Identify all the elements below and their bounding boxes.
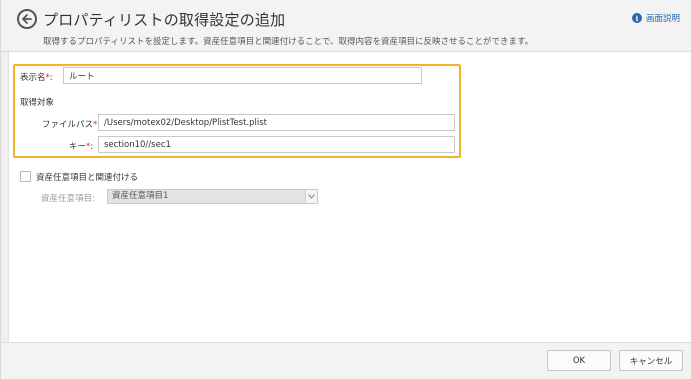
file-path-input[interactable] xyxy=(98,114,455,131)
display-name-input[interactable] xyxy=(63,67,422,84)
help-link[interactable]: i 画面説明 xyxy=(631,12,680,24)
left-edge-panel xyxy=(1,52,9,342)
help-link-label: 画面説明 xyxy=(645,14,680,24)
file-path-label: ファイルパス*: xyxy=(42,118,100,130)
dialog-header: プロパティリストの取得設定の追加 取得するプロパティリストを設定します。資産任意… xyxy=(1,0,691,52)
ok-button[interactable]: OK xyxy=(547,350,611,371)
key-input[interactable] xyxy=(98,136,455,153)
asset-item-select[interactable]: 資産任意項目1 xyxy=(107,189,318,204)
cancel-button[interactable]: キャンセル xyxy=(619,350,683,371)
asset-item-selected-value: 資産任意項目1 xyxy=(112,191,169,201)
file-path-label-text: ファイルパス xyxy=(42,120,94,130)
info-icon: i xyxy=(631,13,642,23)
link-asset-item-label: 資産任意項目と関連付ける xyxy=(36,173,139,183)
asset-item-label: 資産任意項目: xyxy=(41,194,95,204)
page-title: プロパティリストの取得設定の追加 xyxy=(43,11,286,29)
back-button[interactable] xyxy=(17,9,37,29)
display-name-label: 表示名*: xyxy=(20,71,53,83)
link-asset-item-checkbox[interactable] xyxy=(20,171,31,182)
page-description: 取得するプロパティリストを設定します。資産任意項目と関連付けることで、取得内容を… xyxy=(43,37,534,47)
key-label-text: キー xyxy=(69,142,87,152)
key-label: キー*: xyxy=(69,140,93,152)
target-section-label: 取得対象 xyxy=(20,98,55,108)
arrow-left-icon xyxy=(22,14,32,24)
chevron-down-icon xyxy=(305,190,317,203)
label-colon: : xyxy=(49,73,53,83)
label-colon: : xyxy=(90,142,94,152)
add-plist-setting-dialog: プロパティリストの取得設定の追加 取得するプロパティリストを設定します。資産任意… xyxy=(0,0,691,379)
display-name-label-text: 表示名 xyxy=(20,73,46,83)
